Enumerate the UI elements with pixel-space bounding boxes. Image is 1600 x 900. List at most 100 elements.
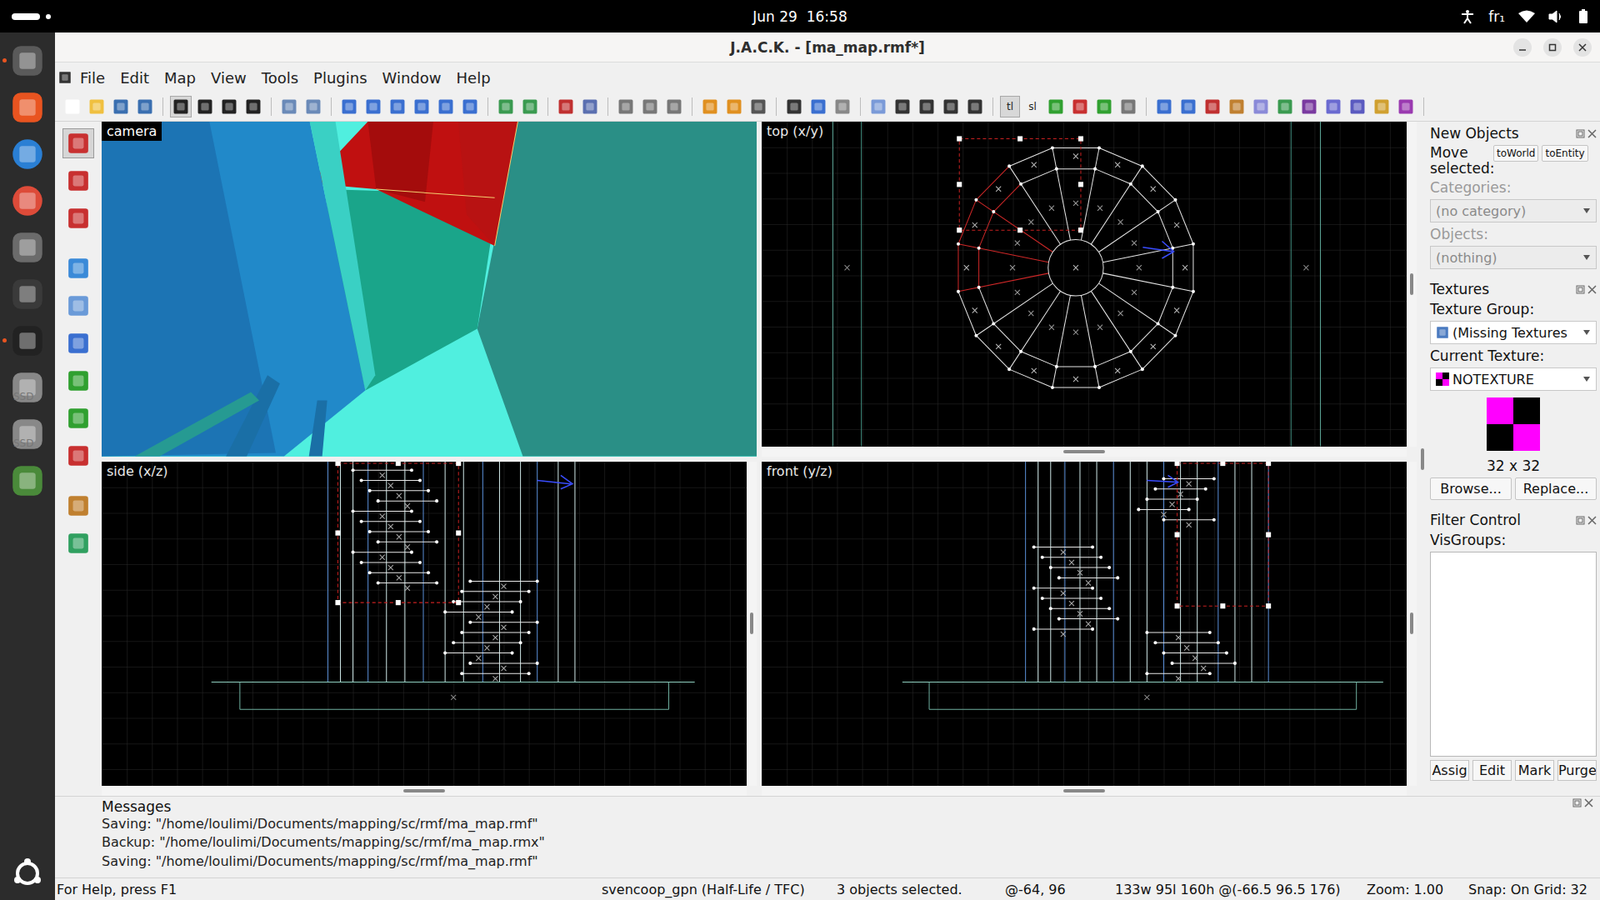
toolbar-button[interactable] bbox=[170, 95, 192, 118]
dock-item[interactable] bbox=[8, 275, 47, 313]
toolbar-button[interactable] bbox=[940, 95, 962, 118]
categories-select[interactable]: (no category) bbox=[1430, 199, 1597, 223]
menu-item[interactable]: View bbox=[204, 65, 254, 90]
clock[interactable]: Jun 29 16:58 bbox=[752, 8, 847, 25]
toolbar-button[interactable] bbox=[1274, 95, 1296, 118]
tool-button[interactable] bbox=[62, 253, 95, 284]
viewport[interactable]: side (x/z) bbox=[101, 461, 757, 797]
toolbar-button[interactable] bbox=[85, 95, 108, 118]
toolbar-button[interactable] bbox=[807, 95, 830, 118]
wifi-icon[interactable] bbox=[1518, 10, 1535, 24]
dock-item[interactable]: SSD bbox=[8, 369, 47, 406]
toolbar-button[interactable] bbox=[915, 95, 938, 118]
move-button[interactable]: toEntity bbox=[1541, 145, 1588, 162]
menu-item[interactable]: Tools bbox=[255, 65, 305, 90]
toolbar-button[interactable] bbox=[555, 95, 577, 118]
toolbar-button[interactable] bbox=[302, 95, 325, 118]
menu-item[interactable]: Help bbox=[450, 65, 498, 90]
viewport-label[interactable]: top (x/y) bbox=[761, 121, 829, 141]
toolbar-button[interactable] bbox=[747, 95, 770, 118]
vertical-scrollbar[interactable] bbox=[1406, 121, 1417, 447]
toolbar-button[interactable] bbox=[410, 95, 433, 118]
toolbar-button[interactable] bbox=[1045, 95, 1067, 118]
toolbar-button[interactable] bbox=[61, 95, 84, 118]
toolbar-button[interactable] bbox=[110, 95, 132, 118]
close-icon[interactable] bbox=[1587, 285, 1597, 295]
keyboard-layout[interactable]: fr₁ bbox=[1488, 8, 1505, 25]
toolbar-button[interactable] bbox=[1250, 95, 1272, 118]
menu-item[interactable]: Edit bbox=[113, 65, 156, 90]
toolbar-text-button[interactable]: tl bbox=[1000, 95, 1020, 118]
toolbar-button[interactable] bbox=[362, 95, 385, 118]
toolbar-button[interactable] bbox=[1370, 95, 1393, 118]
toolbar-button[interactable] bbox=[615, 95, 637, 118]
selection-handles[interactable] bbox=[1175, 461, 1272, 609]
float-icon[interactable] bbox=[1575, 129, 1585, 139]
toolbar-button[interactable] bbox=[386, 95, 409, 118]
viewport-label[interactable]: camera bbox=[101, 121, 162, 141]
toolbar-button[interactable] bbox=[964, 95, 986, 118]
toolbar-text-button[interactable]: sl bbox=[1022, 95, 1043, 118]
horizontal-scrollbar[interactable] bbox=[761, 446, 1407, 457]
toolbar-button[interactable] bbox=[1395, 95, 1417, 118]
selection-handles[interactable] bbox=[956, 135, 1084, 233]
close-icon[interactable] bbox=[1587, 515, 1597, 525]
visgroup-button[interactable]: Purge bbox=[1557, 760, 1597, 781]
toolbar-button[interactable] bbox=[1153, 95, 1175, 118]
objects-select[interactable]: (nothing) bbox=[1430, 245, 1597, 270]
dock-item[interactable]: SSD bbox=[8, 415, 47, 453]
texture-button[interactable]: Replace... bbox=[1515, 477, 1597, 500]
menu-item[interactable]: Map bbox=[157, 65, 203, 90]
dock-item[interactable] bbox=[8, 135, 47, 173]
toolbar-button[interactable] bbox=[218, 95, 240, 118]
accessibility-icon[interactable] bbox=[1460, 9, 1475, 25]
side-view-drawing[interactable] bbox=[101, 461, 747, 787]
tool-button[interactable] bbox=[62, 165, 95, 196]
move-button[interactable]: toWorld bbox=[1493, 145, 1539, 162]
horizontal-scrollbar[interactable] bbox=[101, 785, 747, 796]
toolbar-button[interactable] bbox=[1346, 95, 1369, 118]
toolbar-button[interactable] bbox=[1069, 95, 1091, 118]
tool-button[interactable] bbox=[62, 128, 95, 159]
toolbar-button[interactable] bbox=[723, 95, 745, 118]
toolbar-button[interactable] bbox=[134, 95, 156, 118]
tool-button[interactable] bbox=[62, 328, 95, 359]
toolbar-button[interactable] bbox=[663, 95, 685, 118]
panel-splitter[interactable] bbox=[1416, 121, 1429, 796]
toolbar-button[interactable] bbox=[831, 95, 854, 118]
float-icon[interactable] bbox=[1575, 515, 1585, 525]
toolbar-button[interactable] bbox=[1177, 95, 1200, 118]
tool-button[interactable] bbox=[62, 528, 95, 559]
toolbar-button[interactable] bbox=[699, 95, 721, 118]
toolbar-button[interactable] bbox=[579, 95, 601, 118]
tool-button[interactable] bbox=[62, 203, 95, 234]
tool-button[interactable] bbox=[62, 403, 95, 434]
toolbar-button[interactable] bbox=[194, 95, 216, 118]
dock-item[interactable] bbox=[8, 42, 47, 80]
toolbar-button[interactable] bbox=[278, 95, 300, 118]
horizontal-scrollbar[interactable] bbox=[761, 785, 1407, 796]
toolbar-button[interactable] bbox=[435, 95, 457, 118]
visgroup-button[interactable]: Assig bbox=[1430, 760, 1470, 781]
tool-button[interactable] bbox=[62, 290, 95, 321]
activities-icon[interactable] bbox=[11, 11, 54, 22]
menu-item[interactable]: Window bbox=[375, 65, 449, 90]
toolbar-button[interactable] bbox=[495, 95, 517, 118]
battery-icon[interactable] bbox=[1578, 9, 1589, 25]
viewport[interactable]: top (x/y) bbox=[761, 121, 1417, 457]
float-icon[interactable] bbox=[1572, 798, 1582, 808]
toolbar-button[interactable] bbox=[1201, 95, 1224, 118]
vertical-scrollbar[interactable] bbox=[1406, 461, 1417, 787]
viewport-label[interactable]: side (x/z) bbox=[101, 461, 174, 481]
toolbar-button[interactable] bbox=[1225, 95, 1248, 118]
dock-item[interactable] bbox=[8, 229, 47, 266]
close-icon[interactable] bbox=[1584, 798, 1594, 808]
show-apps-icon[interactable] bbox=[10, 856, 45, 890]
dock-item[interactable] bbox=[8, 89, 47, 126]
tool-button[interactable] bbox=[62, 490, 95, 521]
vertical-scrollbar[interactable] bbox=[746, 461, 757, 787]
dock-item[interactable] bbox=[8, 322, 47, 360]
maximize-button[interactable] bbox=[1543, 38, 1562, 57]
title-bar[interactable]: J.A.C.K. - [ma_map.rmf*] bbox=[55, 32, 1600, 63]
top-view-drawing[interactable] bbox=[761, 121, 1407, 447]
